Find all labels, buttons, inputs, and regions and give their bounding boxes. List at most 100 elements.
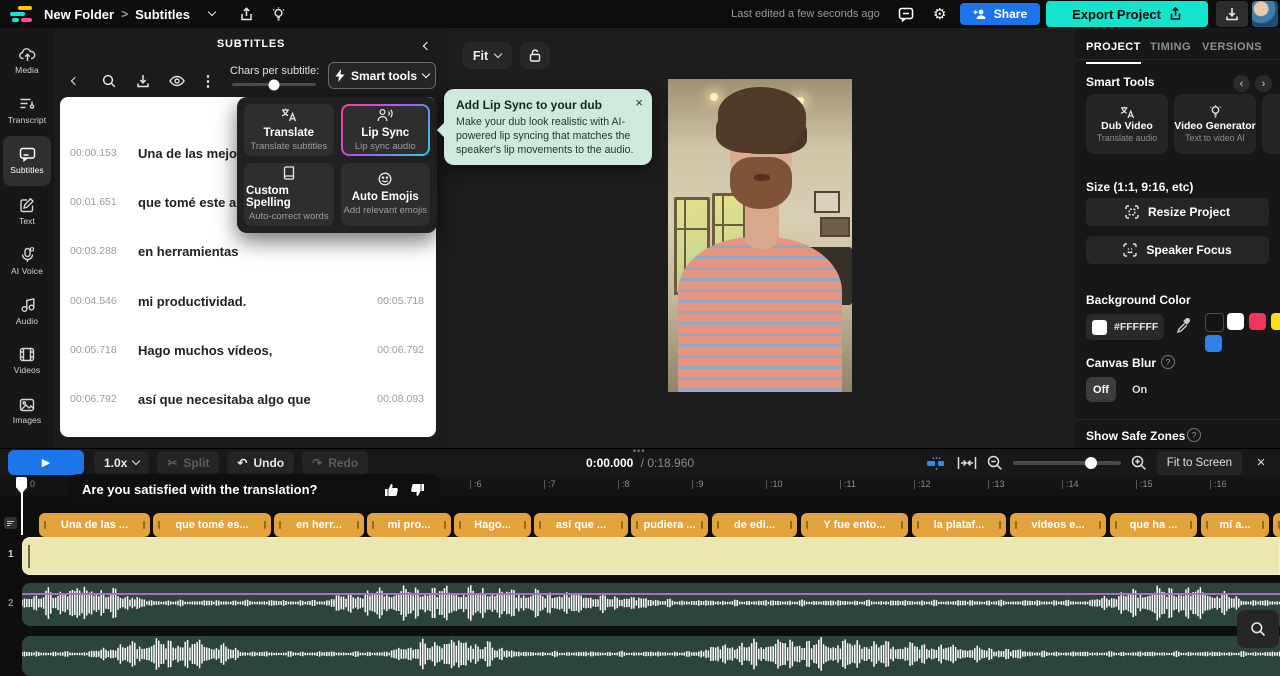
close-timeline-icon[interactable]: × [1252, 454, 1270, 471]
app-logo-icon[interactable] [8, 5, 34, 23]
subtitle-end-time[interactable]: 00:08.093 [377, 393, 424, 405]
subtitle-start-time[interactable]: 00:03.288 [70, 245, 128, 257]
thumbs-up-icon[interactable] [378, 480, 404, 500]
sidebar-item-media[interactable]: Media [3, 36, 51, 86]
menu-item-auto-emojis[interactable]: Auto Emojis Add relevant emojis [341, 163, 431, 227]
sidebar-item-images[interactable]: Images [3, 386, 51, 436]
subtitle-clip[interactable]: Hago... [454, 513, 531, 537]
export-project-button[interactable]: Export Project [1046, 1, 1208, 27]
snapping-toggle-icon[interactable] [925, 456, 947, 470]
share-button[interactable]: Share [960, 3, 1040, 25]
zoom-slider-knob[interactable] [1085, 457, 1097, 469]
subtitle-row[interactable]: 00:06.792 así que necesitaba algo que 00… [60, 384, 436, 414]
speaker-focus-button[interactable]: Speaker Focus [1086, 236, 1269, 264]
download-subtitles-icon[interactable] [130, 68, 156, 94]
swatch-red[interactable] [1249, 313, 1266, 330]
swatch-blue[interactable] [1205, 335, 1222, 352]
kebab-menu-icon[interactable]: ⋮ [195, 68, 221, 94]
carousel-left-icon[interactable]: ‹ [1233, 75, 1250, 92]
audio-track[interactable] [22, 583, 1280, 626]
subtitle-start-time[interactable]: 00:00.153 [70, 147, 128, 159]
smart-tools-button[interactable]: Smart tools [328, 62, 436, 89]
subtitle-text[interactable]: Hago muchos vídeos, [138, 343, 377, 358]
subtitle-clip[interactable]: vídeos e... [1010, 513, 1106, 537]
zoom-in-icon[interactable] [1131, 455, 1147, 471]
comments-icon[interactable] [892, 2, 920, 26]
unlock-button[interactable] [520, 42, 550, 69]
subtitle-clip[interactable]: la plataf... [912, 513, 1006, 537]
playback-speed-dropdown[interactable]: 1.0x [94, 451, 149, 475]
visibility-eye-icon[interactable] [164, 68, 190, 94]
tab-versions[interactable]: VERSIONS [1202, 41, 1262, 53]
subtitle-clip[interactable] [1273, 513, 1280, 537]
user-avatar[interactable] [1252, 1, 1278, 27]
subtitle-end-time[interactable]: 00:06.792 [377, 344, 424, 356]
subtitle-clip[interactable]: mi pro... [367, 513, 451, 537]
fit-clip-icon[interactable] [957, 456, 977, 470]
suggestions-lightbulb-icon[interactable] [264, 2, 292, 26]
slider-knob[interactable] [269, 79, 280, 90]
subtitle-start-time[interactable]: 00:04.546 [70, 295, 128, 307]
back-icon[interactable] [62, 68, 88, 94]
chars-per-subtitle-slider[interactable] [232, 83, 316, 86]
redo-button[interactable]: ↷ Redo [302, 451, 368, 475]
subtitle-clip[interactable]: de edi... [712, 513, 797, 537]
upload-icon[interactable] [232, 2, 260, 26]
project-title-chevron-down-icon[interactable] [198, 2, 226, 26]
sidebar-item-ai-voice[interactable]: AI Voice [3, 236, 51, 286]
zoom-out-icon[interactable] [987, 455, 1003, 471]
tab-timing[interactable]: TIMING [1150, 41, 1191, 53]
subtitle-clip[interactable]: que tomé es... [153, 513, 271, 537]
zoom-fit-dropdown[interactable]: Fit [462, 42, 512, 69]
undo-button[interactable]: ↶ Undo [227, 451, 294, 475]
menu-item-translate[interactable]: Translate Translate subtitles [244, 104, 334, 156]
timeline-zoom-slider[interactable] [1013, 461, 1121, 465]
menu-item-lip-sync[interactable]: Lip Sync Lip sync audio [341, 104, 431, 156]
fit-to-screen-button[interactable]: Fit to Screen [1157, 451, 1242, 475]
resize-project-button[interactable]: Resize Project [1086, 198, 1269, 226]
search-icon[interactable] [96, 68, 122, 94]
swatch-black[interactable] [1205, 313, 1224, 332]
breadcrumb-project-title[interactable]: Subtitles [135, 7, 190, 22]
subtitle-text[interactable]: en herramientas [138, 244, 436, 259]
subtitle-clip[interactable]: mí a... [1201, 513, 1269, 537]
subtitle-clip[interactable]: en herr... [274, 513, 364, 537]
subtitle-text[interactable]: mi productividad. [138, 294, 377, 309]
subtitle-clip[interactable]: Y fue ento... [801, 513, 908, 537]
sidebar-item-videos[interactable]: Videos [3, 336, 51, 386]
safe-zones-help-icon[interactable]: ? [1187, 428, 1201, 442]
timeline-resize-handle[interactable]: ••• [633, 446, 645, 456]
settings-gear-icon[interactable]: ⚙ [926, 2, 954, 26]
timeline-search-button[interactable] [1237, 610, 1279, 648]
subtitle-row[interactable]: 00:04.546 mi productividad. 00:05.718 [60, 286, 436, 316]
text-track[interactable] [22, 537, 1280, 575]
subtitle-text[interactable]: así que necesitaba algo que [138, 392, 377, 407]
eyedropper-icon[interactable] [1176, 318, 1191, 333]
card-video-generator[interactable]: Video Generator Text to video AI [1174, 94, 1256, 154]
canvas-blur-on-toggle[interactable]: On [1126, 377, 1153, 402]
tooltip-close-icon[interactable]: × [635, 95, 643, 110]
play-button[interactable]: ▶ [8, 450, 84, 475]
thumbs-down-icon[interactable] [404, 480, 430, 500]
sidebar-item-subtitles[interactable]: Subtitles [3, 136, 51, 186]
sidebar-item-audio[interactable]: Audio [3, 286, 51, 336]
subtitle-end-time[interactable]: 00:05.718 [377, 295, 424, 307]
subtitle-start-time[interactable]: 00:01.651 [70, 196, 128, 208]
carousel-right-icon[interactable]: › [1255, 75, 1272, 92]
canvas-blur-help-icon[interactable]: ? [1161, 355, 1175, 369]
background-color-hex-field[interactable]: #FFFFFF [1086, 314, 1164, 340]
card-partial[interactable]: T E [1262, 94, 1280, 154]
subtitle-row[interactable]: 00:03.288 en herramientas [60, 236, 436, 266]
subtitle-clip[interactable]: así que ... [534, 513, 628, 537]
volume-line[interactable] [22, 593, 1280, 595]
audio-track-2[interactable] [22, 636, 1280, 676]
subtitle-clip[interactable]: pudiera ... [631, 513, 708, 537]
sidebar-item-text[interactable]: Text [3, 186, 51, 236]
subtitle-clip[interactable]: Una de las ... [39, 513, 150, 537]
subtitle-clip[interactable]: que ha ... [1110, 513, 1197, 537]
swatch-white[interactable] [1227, 313, 1244, 330]
split-button[interactable]: ✂ Split [157, 451, 219, 475]
tab-project[interactable]: PROJECT [1086, 41, 1141, 64]
sidebar-item-transcript[interactable]: Transcript [3, 86, 51, 136]
download-button[interactable] [1216, 1, 1248, 27]
